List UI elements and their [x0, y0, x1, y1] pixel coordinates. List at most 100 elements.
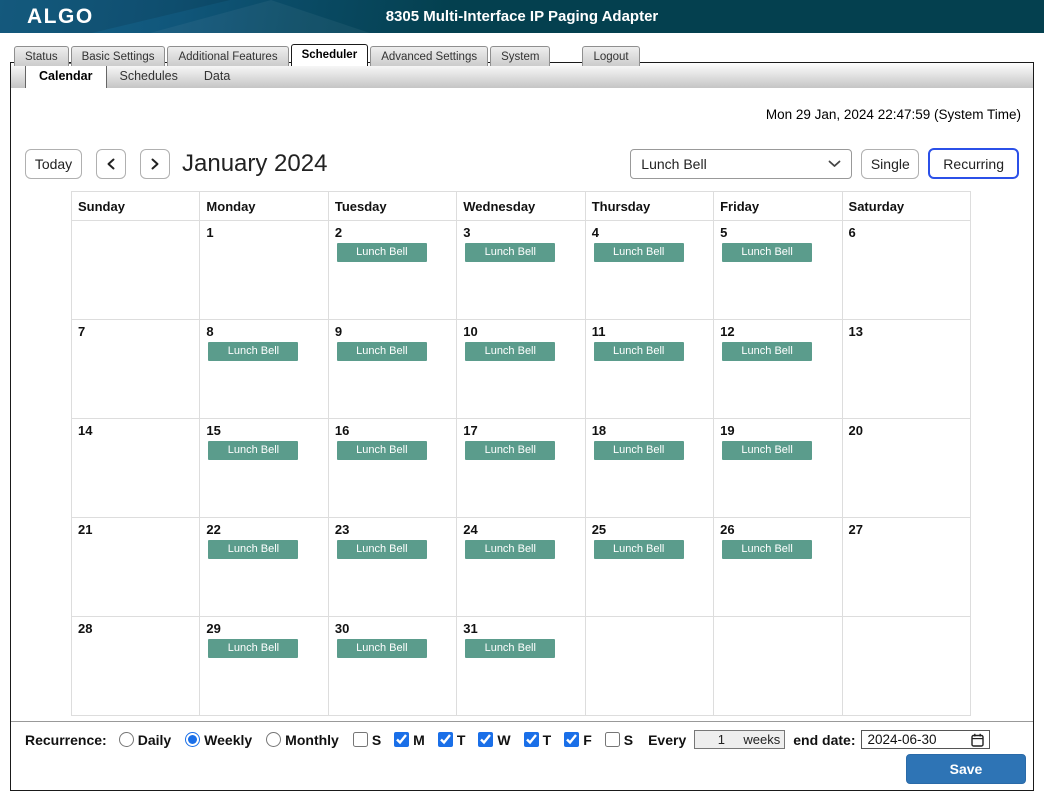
day-number: 13	[843, 320, 970, 339]
calendar-day-cell[interactable]: 9Lunch Bell	[328, 320, 456, 419]
calendar-day-cell[interactable]: 17Lunch Bell	[457, 419, 585, 518]
calendar-day-cell[interactable]: 8Lunch Bell	[200, 320, 328, 419]
recurrence-day-5[interactable]: F	[564, 732, 592, 748]
calendar-day-cell[interactable]: 21	[72, 518, 200, 617]
recurrence-option-monthly[interactable]: Monthly	[266, 732, 339, 748]
calendar-day-cell[interactable]: 18 Lunch Bell	[585, 419, 713, 518]
event-chip[interactable]: Lunch Bell	[208, 441, 298, 460]
event-chip[interactable]: Lunch Bell	[208, 639, 298, 658]
calendar-day-cell[interactable]: 4Lunch Bell	[585, 221, 713, 320]
calendar-day-cell[interactable]: 6	[842, 221, 970, 320]
calendar-day-cell[interactable]: 5Lunch Bell	[714, 221, 842, 320]
event-chip[interactable]: Lunch Bell	[594, 441, 684, 460]
subtab-schedules[interactable]: Schedules	[107, 63, 191, 88]
event-chip[interactable]: Lunch Bell	[594, 540, 684, 559]
event-chip[interactable]: Lunch Bell	[465, 540, 555, 559]
next-month-button[interactable]	[140, 149, 170, 179]
event-chip[interactable]: Lunch Bell	[208, 342, 298, 361]
recurrence-day-4[interactable]: T	[524, 732, 552, 748]
every-weeks-input[interactable]: 1 weeks	[694, 730, 785, 749]
calendar-day-cell[interactable]: 23Lunch Bell	[328, 518, 456, 617]
event-chip[interactable]: Lunch Bell	[465, 342, 555, 361]
day-checkbox-6[interactable]	[605, 732, 620, 747]
recurrence-day-2[interactable]: T	[438, 732, 466, 748]
calendar-day-cell[interactable]: 10Lunch Bell	[457, 320, 585, 419]
calendar-day-cell[interactable]: 29Lunch Bell	[200, 617, 328, 716]
day-checkbox-0[interactable]	[353, 732, 368, 747]
event-chip[interactable]: Lunch Bell	[337, 243, 427, 262]
event-chip[interactable]: Lunch Bell	[722, 441, 812, 460]
subtab-calendar[interactable]: Calendar	[25, 63, 107, 88]
day-checkbox-5[interactable]	[564, 732, 579, 747]
calendar-day-cell[interactable]: 30 Lunch Bell	[328, 617, 456, 716]
recurrence-day-3[interactable]: W	[478, 732, 510, 748]
calendar-day-cell[interactable]: 11Lunch Bell	[585, 320, 713, 419]
calendar-day-cell[interactable]: 3Lunch Bell	[457, 221, 585, 320]
event-chip[interactable]: Lunch Bell	[465, 441, 555, 460]
event-chip[interactable]: Lunch Bell	[594, 342, 684, 361]
event-chip[interactable]: Lunch Bell	[722, 540, 812, 559]
calendar-day-cell[interactable]: 20	[842, 419, 970, 518]
calendar-day-cell[interactable]: 13	[842, 320, 970, 419]
day-number: 30	[329, 617, 456, 636]
event-chip[interactable]: Lunch Bell	[594, 243, 684, 262]
radio-daily[interactable]	[119, 732, 134, 747]
calendar-day-cell[interactable]: 14	[72, 419, 200, 518]
recurrence-day-0[interactable]: S	[353, 732, 381, 748]
calendar-day-cell[interactable]: 1	[200, 221, 328, 320]
tab-basic-settings[interactable]: Basic Settings	[71, 46, 166, 66]
event-chip[interactable]: Lunch Bell	[337, 441, 427, 460]
calendar-day-cell[interactable]: 12Lunch Bell	[714, 320, 842, 419]
tab-advanced-settings[interactable]: Advanced Settings	[370, 46, 488, 66]
recurrence-day-1[interactable]: M	[394, 732, 425, 748]
calendar-day-cell[interactable]: 2Lunch Bell	[328, 221, 456, 320]
calendar-day-cell[interactable]: 7	[72, 320, 200, 419]
event-chip[interactable]: Lunch Bell	[337, 639, 427, 658]
calendar-day-cell[interactable]	[72, 221, 200, 320]
recurring-button[interactable]: Recurring	[928, 148, 1019, 179]
save-button[interactable]: Save	[906, 754, 1026, 784]
recurrence-option-daily[interactable]: Daily	[119, 732, 171, 748]
tab-status[interactable]: Status	[14, 46, 69, 66]
today-button[interactable]: Today	[25, 149, 82, 179]
calendar-day-cell[interactable]: 26Lunch Bell	[714, 518, 842, 617]
day-checkbox-2[interactable]	[438, 732, 453, 747]
calendar-day-cell[interactable]: 28	[72, 617, 200, 716]
day-number: 18	[586, 419, 713, 438]
event-chip[interactable]: Lunch Bell	[337, 342, 427, 361]
event-chip[interactable]: Lunch Bell	[722, 243, 812, 262]
prev-month-button[interactable]	[96, 149, 126, 179]
event-select[interactable]: Lunch Bell	[630, 149, 852, 179]
day-checkbox-4[interactable]	[524, 732, 539, 747]
calendar-day-cell[interactable]: 25Lunch Bell	[585, 518, 713, 617]
calendar-day-cell[interactable]: 19Lunch Bell	[714, 419, 842, 518]
single-button[interactable]: Single	[861, 149, 919, 179]
calendar-day-cell[interactable]: 16Lunch Bell	[328, 419, 456, 518]
calendar-icon[interactable]	[971, 733, 984, 747]
day-checkbox-3[interactable]	[478, 732, 493, 747]
day-checkbox-1[interactable]	[394, 732, 409, 747]
end-date-input[interactable]: 2024-06-30	[861, 730, 990, 749]
recurrence-day-6[interactable]: S	[605, 732, 633, 748]
calendar-day-cell[interactable]: 27	[842, 518, 970, 617]
event-chip[interactable]: Lunch Bell	[337, 540, 427, 559]
recurrence-option-weekly[interactable]: Weekly	[185, 732, 252, 748]
event-chip[interactable]: Lunch Bell	[208, 540, 298, 559]
tab-scheduler[interactable]: Scheduler	[291, 44, 369, 66]
tab-system[interactable]: System	[490, 46, 550, 66]
tab-logout[interactable]: Logout	[582, 46, 639, 66]
calendar-day-cell[interactable]	[842, 617, 970, 716]
event-chip[interactable]: Lunch Bell	[465, 639, 555, 658]
radio-monthly[interactable]	[266, 732, 281, 747]
calendar-day-cell[interactable]: 24Lunch Bell	[457, 518, 585, 617]
event-chip[interactable]: Lunch Bell	[722, 342, 812, 361]
calendar-day-cell[interactable]: 31Lunch Bell	[457, 617, 585, 716]
tab-additional-features[interactable]: Additional Features	[167, 46, 288, 66]
subtab-data[interactable]: Data	[191, 63, 243, 88]
calendar-day-cell[interactable]	[585, 617, 713, 716]
calendar-day-cell[interactable]: 15Lunch Bell	[200, 419, 328, 518]
event-chip[interactable]: Lunch Bell	[465, 243, 555, 262]
calendar-day-cell[interactable]	[714, 617, 842, 716]
calendar-day-cell[interactable]: 22Lunch Bell	[200, 518, 328, 617]
radio-weekly[interactable]	[185, 732, 200, 747]
